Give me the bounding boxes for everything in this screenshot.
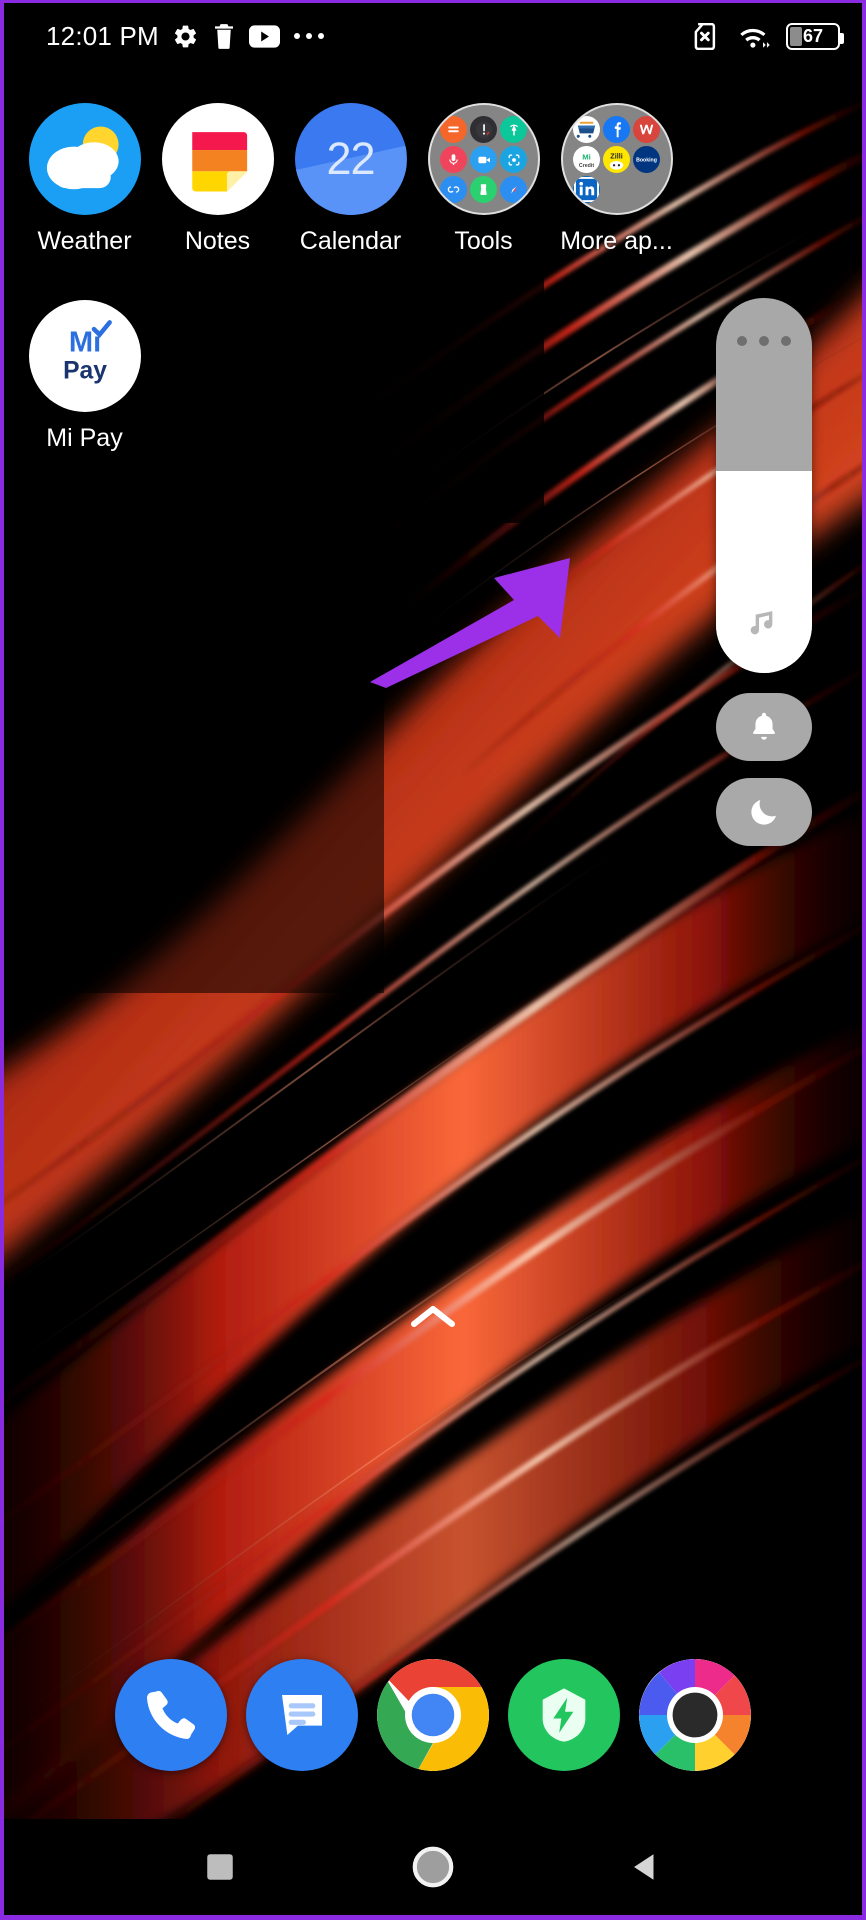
svg-text:Booking: Booking [636,157,657,163]
home-button[interactable] [393,1837,473,1897]
bell-icon [753,712,775,740]
gear-icon [174,25,196,47]
app-label: More ap... [560,229,673,254]
purple-pointer-arrow [364,548,604,693]
volume-slider-fill [716,470,812,673]
svg-text:Zilli: Zilli [610,152,622,161]
app-empty-slot [152,286,283,451]
app-weather[interactable]: Weather [19,89,150,254]
moon-icon [751,800,776,825]
chrome-icon [377,1659,489,1771]
battery-indicator: 67 [786,22,844,50]
app-mi-pay[interactable]: Mi Pay Mi Pay [19,286,150,451]
folder-tools-icon[interactable] [427,103,540,215]
battery-level-text: 67 [802,26,824,46]
music-note-icon [716,601,812,641]
compass-icon [470,116,497,143]
app-label: Calendar [299,229,402,254]
booking-icon: Booking [633,146,660,173]
dock-gallery[interactable] [639,1659,751,1771]
app-label: Tools [454,229,513,254]
security-icon [542,1688,586,1742]
folder-empty-slot [603,176,630,203]
scanner-icon [500,146,527,173]
cleaner-icon [470,176,497,203]
recorder-icon [440,146,467,173]
mi-browser-icon [500,176,527,203]
amazon-icon [573,116,600,143]
status-bar-right: 67 [690,22,844,50]
app-empty-slot [285,286,416,451]
phone-screen: 12:01 PM 67 Weather Notes 22 Calendar To… [0,0,866,1920]
wifi-icon [740,28,770,48]
weather-icon[interactable] [28,103,141,215]
phone-icon [146,1690,196,1739]
navigation-bar [4,1819,862,1915]
app-row-1: Weather Notes 22 Calendar Tools Mi Credi… [18,89,848,254]
folder-more-apps[interactable]: Mi Credit Zilli Booking More ap... [551,89,682,254]
messages-icon [282,1695,322,1735]
app-calendar[interactable]: 22 Calendar [285,89,416,254]
youtube-icon [248,24,280,48]
circle-icon [412,1846,454,1888]
chevron-up-icon [411,1306,455,1327]
status-bar-left: 12:01 PM [46,21,325,52]
app-label: Weather [37,229,132,254]
linkedin-icon [573,176,600,203]
ringer-button[interactable] [716,693,812,761]
dot [781,336,791,346]
fm-radio-icon [500,116,527,143]
folder-empty-slot [633,176,660,203]
dot [759,336,769,346]
app-empty-slot [551,286,682,451]
recents-button[interactable] [180,1837,260,1897]
triangle-icon [633,1854,654,1880]
app-empty-slot [418,286,549,451]
facebook-icon [603,116,630,143]
calendar-icon[interactable]: 22 [294,103,407,215]
dock-messages[interactable] [246,1659,358,1771]
back-button[interactable] [606,1837,686,1897]
zilli-icon: Zilli [603,146,630,173]
wps-office-icon [633,116,660,143]
mipay-icon[interactable]: Mi Pay [28,300,141,412]
app-drawer-chevron[interactable] [4,1303,862,1331]
svg-text:Mi: Mi [582,153,591,162]
dock-chrome[interactable] [377,1659,489,1771]
screen-recorder-icon [470,146,497,173]
mi-remote-icon [440,116,467,143]
app-notes[interactable]: Notes [152,89,283,254]
dock-phone[interactable] [115,1659,227,1771]
status-bar: 12:01 PM 67 [4,3,862,69]
svg-text:Credit: Credit [579,163,594,169]
more-dots-icon [293,33,324,39]
mi-credit-icon: Mi Credit [573,146,600,173]
status-bar-clock: 12:01 PM [46,20,159,51]
dock [4,1659,862,1771]
mi-share-icon [440,176,467,203]
no-sim-icon [694,22,716,50]
notes-icon[interactable] [161,103,274,215]
app-label: Mi Pay [46,426,123,451]
folder-tools[interactable]: Tools [418,89,549,254]
square-icon [207,1854,234,1880]
app-label: Notes [184,229,251,254]
dot [737,336,747,346]
do-not-disturb-button[interactable] [716,778,812,846]
trash-icon [214,23,233,49]
calendar-day-number: 22 [326,133,375,184]
gallery-icon [639,1659,751,1771]
folder-more-apps-icon[interactable]: Mi Credit Zilli Booking [560,103,673,215]
svg-text:Pay: Pay [63,357,107,384]
media-volume-slider[interactable] [716,298,812,673]
volume-more-options-button[interactable] [716,336,812,346]
dock-security[interactable] [508,1659,620,1771]
